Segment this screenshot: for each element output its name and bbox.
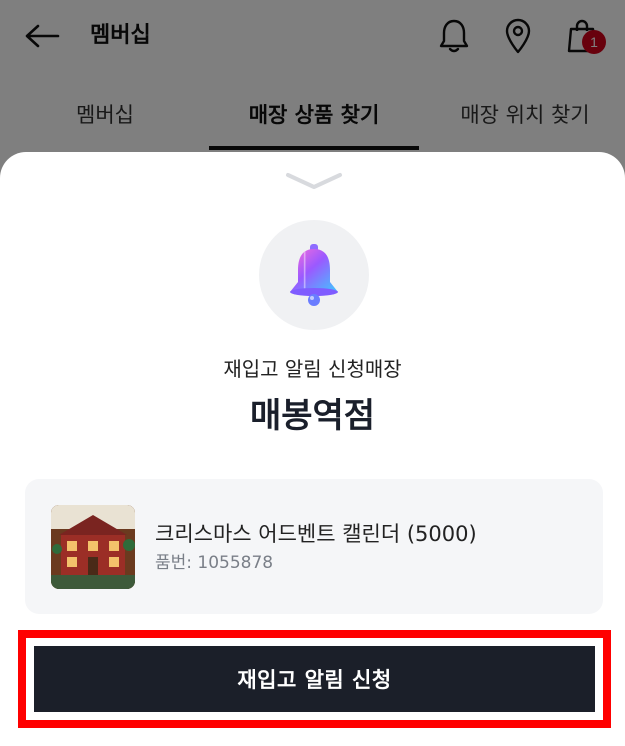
cta-highlight-frame: 재입고 알림 신청 [18,630,611,728]
sheet-subtitle: 재입고 알림 신청매장 [223,357,402,381]
hero-icon-circle [259,220,369,330]
restock-alert-request-button[interactable]: 재입고 알림 신청 [34,646,595,712]
store-name: 매봉역점 [249,396,376,436]
sheet-close-handle[interactable] [284,170,344,192]
product-thumbnail [51,505,135,589]
product-card: 크리스마스 어드벤트 캘린더 (5000) 품번: 1055878 [25,479,603,614]
product-code: 품번: 1055878 [155,553,274,573]
chevron-down-icon [286,173,342,189]
bell-icon [290,244,338,306]
product-name: 크리스마스 어드벤트 캘린더 (5000) [155,522,477,546]
